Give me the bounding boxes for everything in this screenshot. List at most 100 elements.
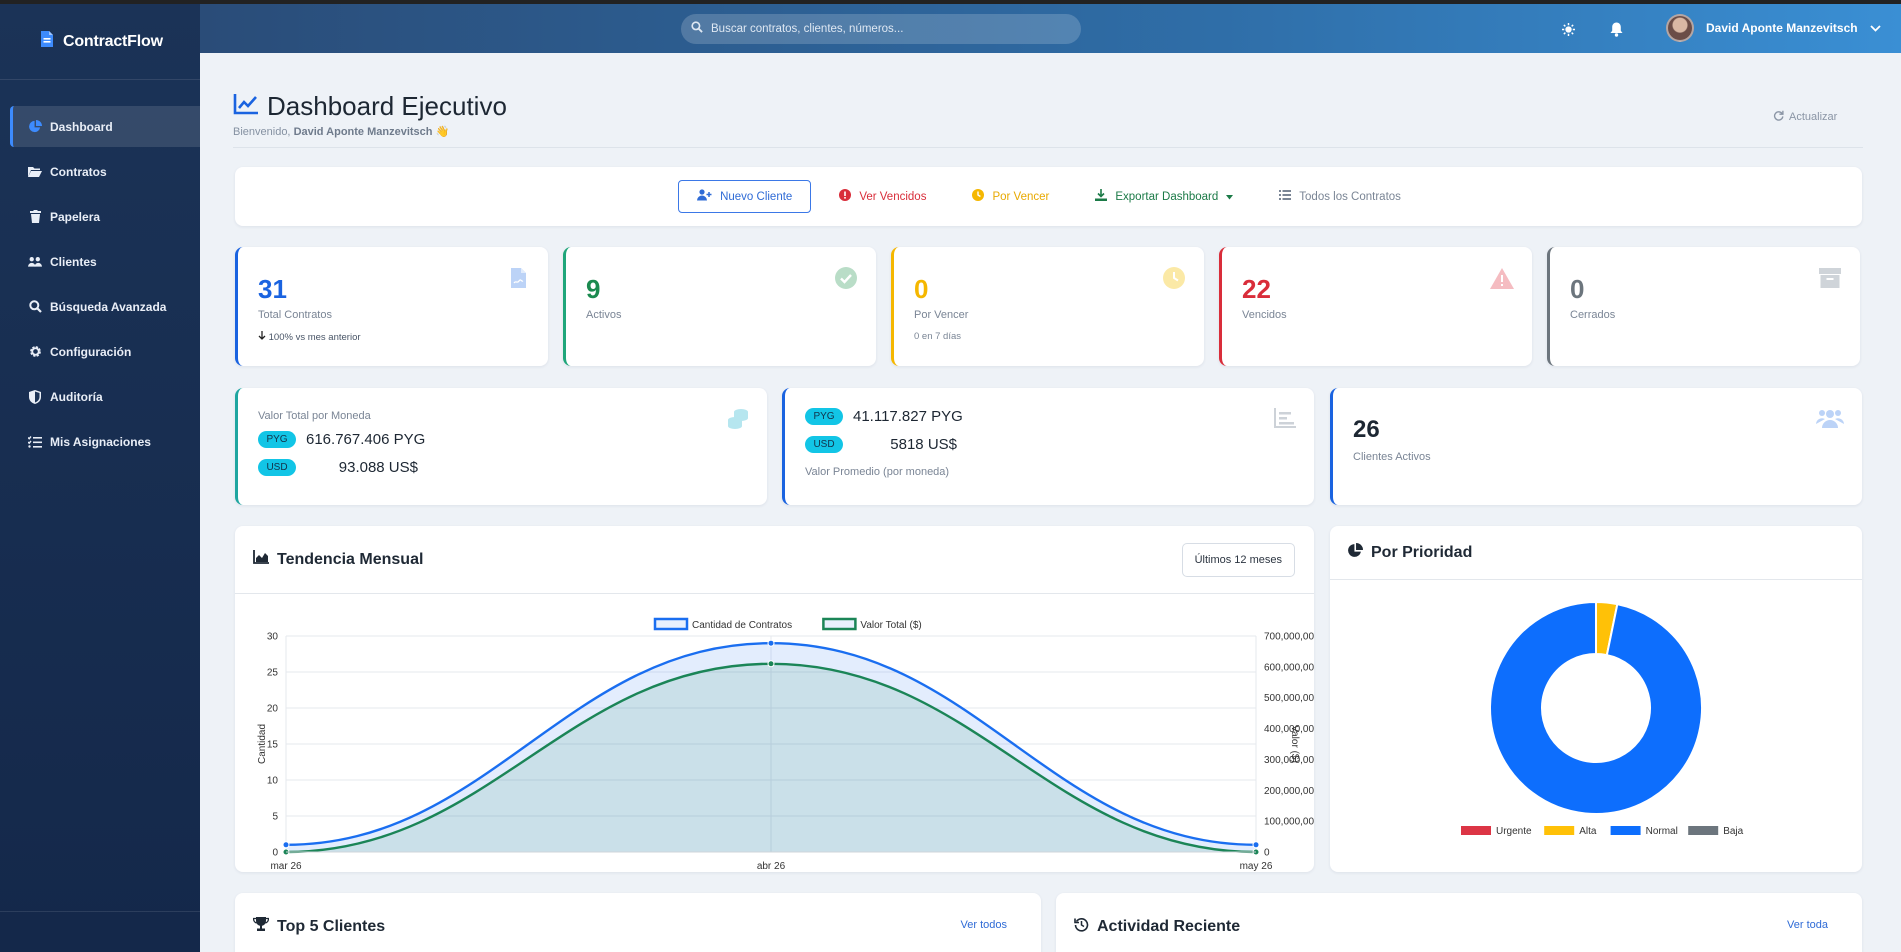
new-client-label: Nuevo Cliente [720, 190, 793, 203]
range-selector-button[interactable]: Últimos 12 meses [1181, 543, 1295, 577]
y-tick-label: 10 [267, 776, 279, 787]
coins-icon [727, 408, 749, 435]
user-name: David Aponte Manzevitsch [1706, 21, 1858, 35]
history-icon [1074, 917, 1089, 937]
total-value-row-usd: USD 93.088 US$ [258, 459, 418, 476]
stat-expiring[interactable]: 0 Por Vencer 0 en 7 días [891, 247, 1204, 366]
new-client-button[interactable]: Nuevo Cliente [678, 180, 812, 213]
refresh-label: Actualizar [1789, 111, 1838, 123]
sidebar-item-label: Configuración [50, 344, 132, 359]
search-icon [691, 20, 703, 38]
monthly-trend-chart: 0 5 10 15 20 25 30 0 100,000,000 200,000,000 300,0… [257, 617, 1314, 872]
legend-label: Urgente [1496, 826, 1532, 837]
sidebar-item-papelera[interactable]: Papelera [10, 196, 200, 237]
stat-total-contracts[interactable]: 31 Total Contratos 100% vs mes anterior [235, 247, 548, 366]
sidebar-divider [0, 911, 200, 912]
legend-swatch [1461, 826, 1491, 835]
sidebar-item-contratos[interactable]: Contratos [10, 151, 200, 192]
stat-trend: 100% vs mes anterior [258, 331, 361, 343]
series-area [286, 663, 1256, 852]
stat-closed[interactable]: 0 Cerrados [1547, 247, 1860, 366]
view-all-clients-link[interactable]: Ver todos [961, 919, 1007, 931]
brand[interactable]: ContractFlow [0, 4, 200, 80]
monthly-trend-header: Tendencia Mensual [235, 526, 1314, 594]
view-all-activity-link[interactable]: Ver toda [1787, 919, 1828, 931]
sidebar-item-dashboard[interactable]: Dashboard [10, 106, 200, 147]
top-clients-header: Top 5 Clientes [235, 893, 1041, 952]
arrow-down-icon [258, 331, 266, 343]
check-circle-icon [834, 266, 858, 290]
view-expired-button[interactable]: Ver Vencidos [821, 180, 944, 213]
sidebar-item-asignaciones[interactable]: Mis Asignaciones [10, 421, 200, 462]
sidebar-item-label: Búsqueda Avanzada [50, 299, 167, 314]
list-check-icon [28, 435, 42, 449]
stat-value: 31 [258, 274, 287, 304]
global-search[interactable] [681, 14, 1081, 44]
average-value-row-usd: USD 5818 US$ [805, 436, 957, 453]
data-point [1252, 841, 1260, 849]
sidebar-item-label: Contratos [50, 164, 107, 179]
user-menu[interactable]: David Aponte Manzevitsch [1666, 14, 1881, 42]
welcome-user-name: David Aponte Manzevitsch [293, 126, 433, 138]
priority-donut-chart: Urgente Alta Normal Baja [1461, 600, 1744, 837]
sidebar-item-clientes[interactable]: Clientes [10, 241, 200, 282]
export-dashboard-label: Exportar Dashboard [1115, 190, 1219, 203]
stat-active[interactable]: 9 Activos [563, 247, 876, 366]
y2-tick-label: 400,000,000 [1264, 724, 1314, 735]
stat-expired[interactable]: 22 Vencidos [1219, 247, 1532, 366]
active-clients-card[interactable]: 26 Clientes Activos [1330, 388, 1862, 505]
brand-name: ContractFlow [63, 32, 163, 50]
area-chart-icon [253, 550, 269, 569]
y2-tick-label: 700,000,000 [1264, 632, 1314, 643]
stat-value: 0 [914, 274, 929, 304]
priority-title: Por Prioridad [1371, 543, 1473, 561]
app-window: ContractFlow Dashboard Contratos Papeler… [0, 4, 1901, 952]
average-value-label: Valor Promedio (por moneda) [805, 466, 950, 478]
stat-label: Vencidos [1242, 309, 1287, 321]
stat-value: 0 [1570, 274, 1585, 304]
welcome-message: Bienvenido, David Aponte Manzevitsch 👋 [233, 125, 449, 138]
stat-value: 9 [586, 274, 601, 304]
y-tick-label: 0 [272, 848, 278, 859]
total-value-label: Valor Total por Moneda [258, 410, 371, 422]
y-tick-label: 25 [267, 668, 279, 679]
active-clients-label: Clientes Activos [1353, 451, 1431, 463]
file-contract-icon [506, 266, 530, 290]
sidebar-item-label: Dashboard [50, 119, 113, 134]
gear-icon [28, 345, 42, 359]
legend-label: Cantidad de Contratos [692, 620, 792, 631]
notifications-bell-icon[interactable] [1607, 20, 1625, 38]
legend-swatch [1688, 826, 1719, 835]
top-clients-card: Top 5 Clientes Ver todos [235, 893, 1041, 952]
priority-header: Por Prioridad [1330, 526, 1862, 580]
file-contract-icon [40, 30, 54, 53]
sidebar-item-busqueda[interactable]: Búsqueda Avanzada [10, 286, 200, 327]
refresh-button[interactable]: Actualizar [1773, 110, 1837, 124]
export-dashboard-dropdown[interactable]: Exportar Dashboard [1077, 180, 1251, 213]
x-tick-label: abr 26 [757, 861, 786, 872]
currency-badge: PYG [258, 431, 296, 448]
user-plus-icon [697, 189, 712, 204]
y2-axis-title: Valor ($) [1289, 725, 1300, 763]
line-chart-icon [233, 93, 259, 120]
sidebar-item-configuracion[interactable]: Configuración [10, 331, 200, 372]
list-icon [1279, 190, 1292, 203]
currency-badge: USD [258, 459, 296, 476]
average-value-row-pyg: PYG 41.117.827 PYG [805, 408, 963, 425]
y-axis-title: Cantidad [257, 724, 268, 764]
quick-actions-bar: Nuevo Cliente Ver Vencidos Por Vencer Ex… [235, 167, 1862, 226]
x-tick-label: mar 26 [270, 861, 302, 872]
y-tick-label: 30 [267, 632, 279, 643]
recent-activity-card: Actividad Reciente Ver toda [1056, 893, 1862, 952]
all-contracts-button[interactable]: Todos los Contratos [1261, 180, 1419, 213]
expiring-button[interactable]: Por Vencer [954, 180, 1067, 213]
sidebar-item-auditoria[interactable]: Auditoría [10, 376, 200, 417]
legend-swatch [653, 617, 689, 631]
sidebar: ContractFlow Dashboard Contratos Papeler… [0, 4, 200, 952]
theme-toggle-icon[interactable] [1559, 20, 1577, 38]
donut-slice [1489, 600, 1703, 815]
search-input[interactable] [711, 23, 1071, 35]
legend-label: Normal [1646, 826, 1678, 837]
top-clients-title: Top 5 Clientes [277, 918, 386, 935]
y2-tick-label: 0 [1264, 848, 1270, 859]
